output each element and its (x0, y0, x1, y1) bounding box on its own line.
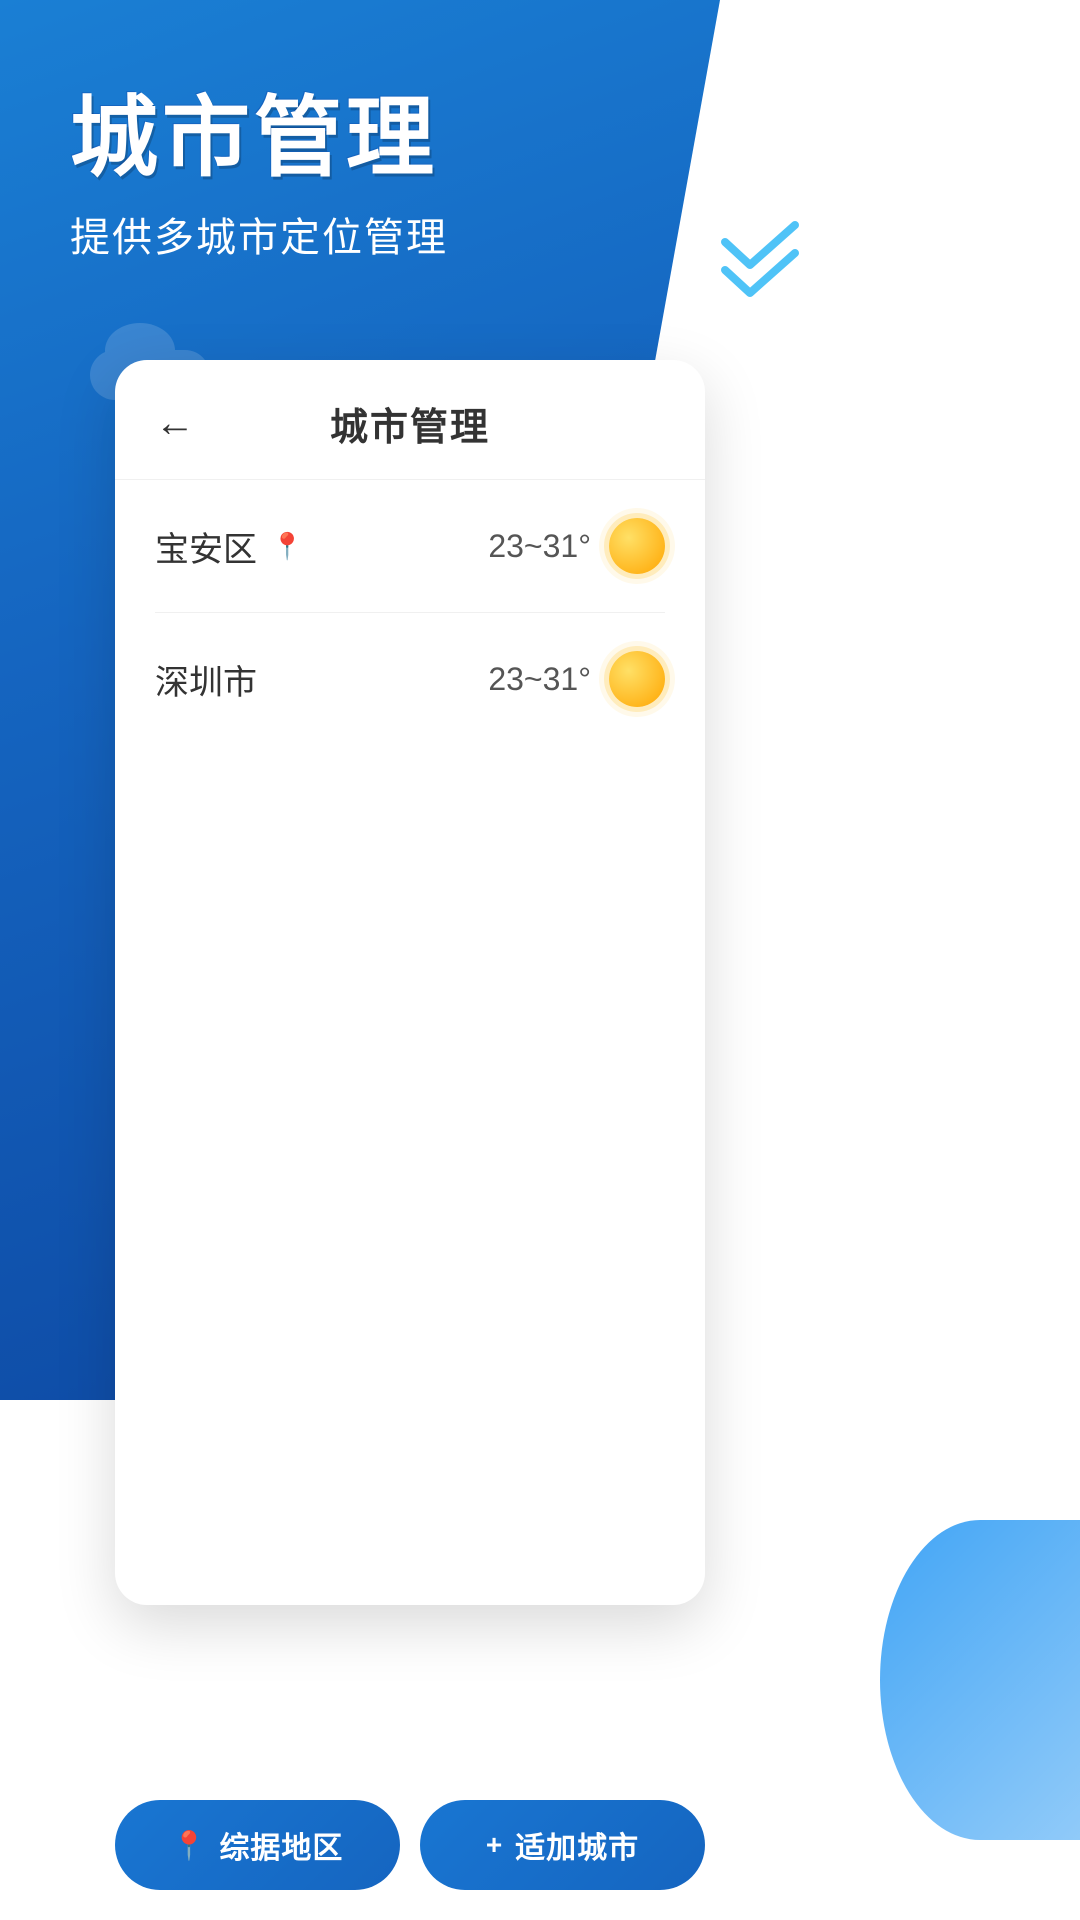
city-right-baoan: 23~31° (488, 518, 665, 574)
locate-icon: 📍 (172, 1829, 208, 1862)
city-management-card: ← 城市管理 宝安区 📍 23~31° 深圳市 23~31° (115, 360, 705, 1605)
add-icon: + (486, 1829, 503, 1861)
locate-button[interactable]: 📍 综据地区 (115, 1800, 400, 1890)
bg-blue-side-shape (880, 1520, 1080, 1840)
city-left-shenzhen: 深圳市 (155, 655, 257, 704)
city-list: 宝安区 📍 23~31° 深圳市 23~31° (115, 480, 705, 745)
city-right-shenzhen: 23~31° (488, 651, 665, 707)
temp-shenzhen: 23~31° (488, 661, 591, 698)
header-area: 城市管理 提供多城市定位管理 (70, 90, 448, 263)
weather-sunny-icon-shenzhen (609, 651, 665, 707)
card-header: ← 城市管理 (115, 360, 705, 480)
locate-label: 综据地区 (219, 1823, 343, 1867)
add-city-button[interactable]: + 适加城市 (420, 1800, 705, 1890)
double-check-icon (720, 220, 820, 300)
bottom-buttons-area: 📍 综据地区 + 适加城市 (115, 1800, 705, 1890)
city-name-shenzhen: 深圳市 (155, 655, 257, 704)
page-main-title: 城市管理 (70, 90, 448, 187)
card-title: 城市管理 (330, 396, 490, 451)
card-empty-area (115, 745, 705, 1605)
add-label: 适加城市 (515, 1823, 639, 1867)
weather-sunny-icon-baoan (609, 518, 665, 574)
location-pin-icon-baoan: 📍 (271, 531, 303, 562)
page-sub-title: 提供多城市定位管理 (70, 205, 448, 263)
back-button[interactable]: ← (155, 401, 195, 446)
city-name-baoan: 宝安区 (155, 522, 257, 571)
city-left-baoan: 宝安区 📍 (155, 522, 303, 571)
city-item-baoan[interactable]: 宝安区 📍 23~31° (155, 480, 665, 613)
city-item-shenzhen[interactable]: 深圳市 23~31° (155, 613, 665, 745)
temp-baoan: 23~31° (488, 528, 591, 565)
